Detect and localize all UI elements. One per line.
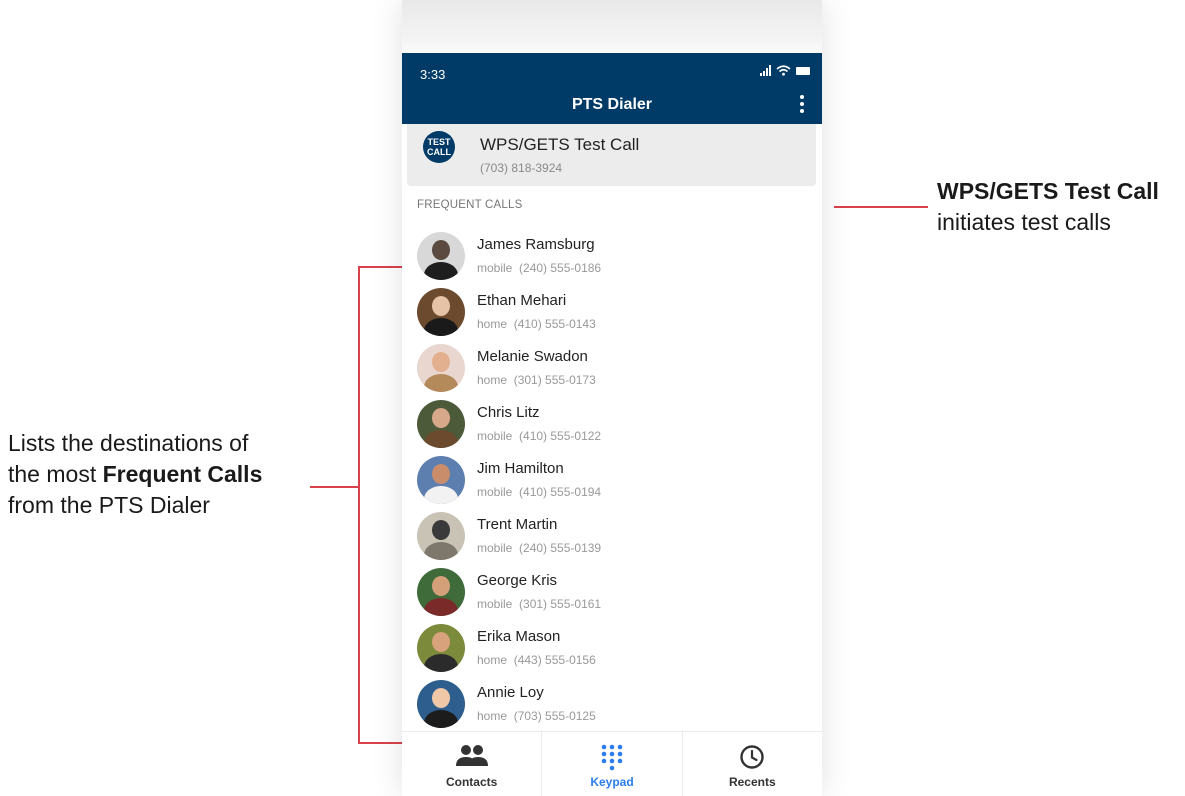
avatar bbox=[417, 624, 465, 672]
signal-icon bbox=[760, 65, 771, 76]
contact-row[interactable]: James Ramsburg mobile (240) 555-0186 bbox=[402, 230, 822, 286]
avatar bbox=[417, 232, 465, 280]
annotation-right-text: initiates test calls bbox=[937, 209, 1111, 235]
contact-name: Trent Martin bbox=[477, 516, 558, 533]
annotation-right-bold: WPS/GETS Test Call bbox=[937, 178, 1159, 204]
test-call-annotation: WPS/GETS Test Call initiates test calls bbox=[937, 176, 1182, 238]
nav-keypad-label: Keypad bbox=[590, 775, 634, 789]
contact-phone-number: (301) 555-0161 bbox=[519, 597, 602, 611]
app-title: PTS Dialer bbox=[571, 96, 653, 113]
avatar bbox=[417, 288, 465, 336]
contact-row[interactable]: Annie Loy home (703) 555-0125 bbox=[402, 678, 822, 734]
contact-name: James Ramsburg bbox=[477, 236, 595, 253]
frequent-calls-header: FREQUENT CALLS bbox=[417, 199, 523, 211]
avatar bbox=[417, 400, 465, 448]
contact-name: Annie Loy bbox=[477, 684, 544, 701]
nav-recents-label: Recents bbox=[728, 775, 776, 789]
contact-row[interactable]: Melanie Swadon home (301) 555-0173 bbox=[402, 342, 822, 398]
contact-detail: home (443) 555-0156 bbox=[477, 653, 596, 667]
contact-detail: home (410) 555-0143 bbox=[477, 317, 596, 331]
contact-name: Erika Mason bbox=[477, 628, 561, 645]
contact-row[interactable]: Trent Martin mobile (240) 555-0139 bbox=[402, 510, 822, 566]
test-call-number: (703) 818-3924 bbox=[480, 161, 563, 175]
contact-detail: mobile (240) 555-0139 bbox=[477, 541, 601, 555]
contact-phone-number: (240) 555-0139 bbox=[519, 541, 602, 555]
contact-phone-type: mobile bbox=[477, 485, 513, 499]
bracket-top bbox=[358, 266, 404, 268]
contact-phone-type: mobile bbox=[477, 261, 513, 275]
nav-contacts[interactable]: Contacts bbox=[402, 732, 541, 796]
annotation-line-2: the most Frequent Calls bbox=[8, 459, 308, 490]
kebab-menu-icon[interactable] bbox=[796, 95, 808, 113]
nav-recents[interactable]: Recents bbox=[681, 732, 822, 796]
contact-name: Melanie Swadon bbox=[477, 348, 588, 365]
annotation-line-2-prefix: the most bbox=[8, 461, 103, 487]
people-icon bbox=[455, 745, 488, 766]
dialpad-icon bbox=[601, 744, 623, 771]
annotation-line-2-bold: Frequent Calls bbox=[102, 461, 263, 487]
contact-phone-type: mobile bbox=[477, 429, 513, 443]
annotation-line-3: from the PTS Dialer bbox=[8, 492, 210, 518]
badge-line-1: TEST bbox=[427, 137, 451, 147]
test-call-badge-icon: TEST CALL bbox=[423, 131, 455, 163]
contact-phone-number: (301) 555-0173 bbox=[513, 373, 596, 387]
test-call-title: WPS/GETS Test Call bbox=[480, 135, 640, 154]
bottom-navigation: Contacts Keypad Recents bbox=[402, 731, 822, 796]
contact-phone-type: home bbox=[477, 653, 508, 667]
bracket-vertical bbox=[358, 266, 360, 744]
contact-detail: home (703) 555-0125 bbox=[477, 709, 596, 723]
bracket-bottom bbox=[358, 742, 404, 744]
contact-name: Jim Hamilton bbox=[477, 460, 564, 477]
contact-phone-number: (410) 555-0143 bbox=[513, 317, 596, 331]
battery-icon bbox=[796, 66, 810, 75]
avatar bbox=[417, 344, 465, 392]
contact-detail: mobile (240) 555-0186 bbox=[477, 261, 601, 275]
contact-detail: mobile (301) 555-0161 bbox=[477, 597, 601, 611]
avatar bbox=[417, 512, 465, 560]
contact-detail: mobile (410) 555-0122 bbox=[477, 429, 601, 443]
frequent-calls-annotation: Lists the destinations of the most Frequ… bbox=[8, 428, 308, 521]
test-call-row[interactable]: TEST CALL WPS/GETS Test Call (703) 818-3… bbox=[407, 124, 816, 186]
contact-phone-number: (443) 555-0156 bbox=[513, 653, 596, 667]
annotation-line-1: Lists the destinations of bbox=[8, 430, 249, 456]
bracket-connector bbox=[310, 486, 358, 488]
contact-row[interactable]: Ethan Mehari home (410) 555-0143 bbox=[402, 286, 822, 342]
contact-phone-type: home bbox=[477, 709, 508, 723]
status-icons bbox=[760, 65, 810, 76]
contact-phone-type: home bbox=[477, 317, 508, 331]
badge-line-2: CALL bbox=[427, 147, 451, 157]
nav-keypad[interactable]: Keypad bbox=[541, 732, 681, 796]
contact-phone-type: home bbox=[477, 373, 508, 387]
test-call-connector bbox=[834, 206, 928, 208]
contact-row[interactable]: Jim Hamilton mobile (410) 555-0194 bbox=[402, 454, 822, 510]
app-bar: 3:33 PTS Dialer bbox=[402, 53, 822, 124]
contact-row[interactable]: Erika Mason home (443) 555-0156 bbox=[402, 622, 822, 678]
clock-icon bbox=[740, 745, 765, 769]
contact-phone-number: (410) 555-0194 bbox=[519, 485, 602, 499]
wifi-icon bbox=[776, 65, 791, 76]
contact-detail: mobile (410) 555-0194 bbox=[477, 485, 601, 499]
contact-phone-number: (240) 555-0186 bbox=[519, 261, 602, 275]
contact-phone-number: (703) 555-0125 bbox=[513, 709, 596, 723]
phone-screen: 3:33 PTS Dialer TEST CALL WPS/GETS Test … bbox=[402, 53, 822, 796]
contact-name: George Kris bbox=[477, 572, 558, 589]
contact-row[interactable]: George Kris mobile (301) 555-0161 bbox=[402, 566, 822, 622]
contact-phone-number: (410) 555-0122 bbox=[519, 429, 602, 443]
status-time: 3:33 bbox=[420, 67, 446, 82]
contact-phone-type: mobile bbox=[477, 541, 513, 555]
contact-name: Ethan Mehari bbox=[477, 292, 567, 309]
contact-phone-type: mobile bbox=[477, 597, 513, 611]
avatar bbox=[417, 568, 465, 616]
avatar bbox=[417, 680, 465, 728]
contact-name: Chris Litz bbox=[477, 404, 540, 421]
contact-row[interactable]: Chris Litz mobile (410) 555-0122 bbox=[402, 398, 822, 454]
nav-contacts-label: Contacts bbox=[445, 775, 498, 789]
contact-detail: home (301) 555-0173 bbox=[477, 373, 596, 387]
avatar bbox=[417, 456, 465, 504]
